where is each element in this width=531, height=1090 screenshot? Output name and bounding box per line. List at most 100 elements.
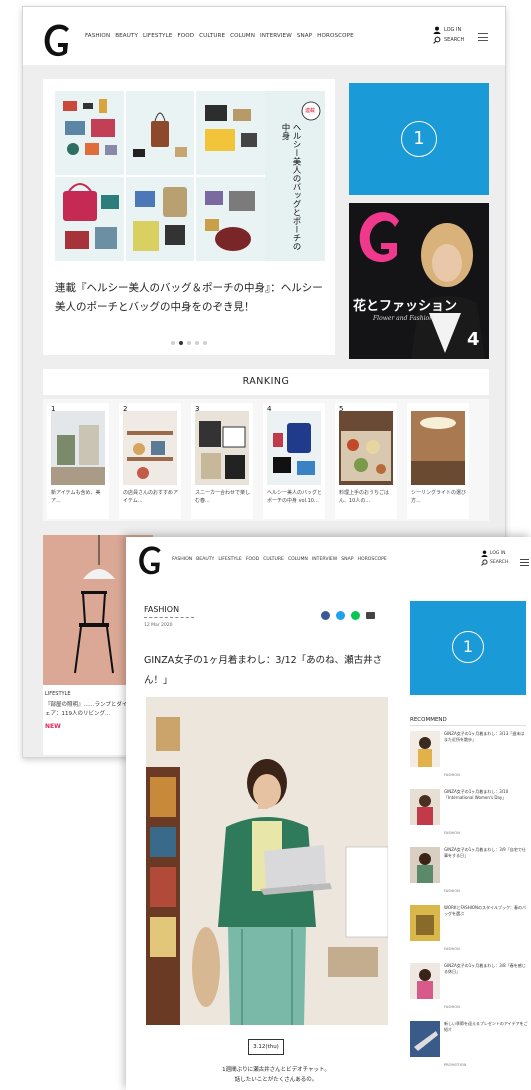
- recommend-item[interactable]: WORKとFASHIONのスタイルブック：春のバッグを選ぶ FASHION: [410, 905, 528, 961]
- nav-horoscope[interactable]: HOROSCOPE: [358, 557, 387, 562]
- article-page: FASHION BEAUTY LIFESTYLE FOOD CULTURE CO…: [126, 537, 531, 1090]
- recommend-divider: [410, 725, 526, 726]
- ranking-thumb: [51, 411, 105, 485]
- magazine-cover[interactable]: 花とファッション Flower and Fashion 4: [349, 203, 489, 359]
- nav-interview[interactable]: INTERVIEW: [312, 557, 337, 562]
- series-badge: 連載: [305, 108, 316, 114]
- recommend-text: WORKとFASHIONのスタイルブック：春のバッグを選ぶ: [444, 905, 527, 916]
- nav-culture[interactable]: CULTURE: [263, 557, 284, 562]
- login-link[interactable]: LOG IN: [481, 549, 517, 558]
- ad-banner[interactable]: 1: [349, 83, 489, 195]
- nav-lifestyle[interactable]: LIFESTYLE: [143, 33, 172, 39]
- carousel-dots[interactable]: [171, 341, 207, 345]
- nav-fashion[interactable]: FASHION: [172, 557, 192, 562]
- hero-carousel[interactable]: 連載 ヘルシー美人のバッグとポーチの中身 連載『ヘルシー美人のバッグ＆ポーチの中…: [43, 79, 335, 355]
- ranking-item[interactable]: 4 ヘルシー美人のバッグとポーチの中身 vol.10...: [263, 403, 325, 519]
- ranking-text: 新アイテムも含め、美ア...: [51, 490, 101, 504]
- category-tag[interactable]: LIFESTYLE: [45, 691, 71, 697]
- nav-food[interactable]: FOOD: [177, 33, 194, 39]
- search-label: SEARCH: [490, 560, 509, 565]
- ginza-logo[interactable]: [136, 543, 166, 577]
- carousel-dot[interactable]: [195, 341, 199, 345]
- ranking-number: 3: [195, 405, 200, 413]
- nav-lifestyle[interactable]: LIFESTYLE: [218, 557, 241, 562]
- hamburger-menu-icon[interactable]: [520, 559, 529, 566]
- ranking-number: 4: [267, 405, 272, 413]
- thumb-image: [410, 905, 440, 941]
- nav-column[interactable]: COLUMN: [230, 33, 255, 39]
- recommend-item[interactable]: GINZA女子の1ヶ月着まわし：3/9「自宅で仕事をする日」 FASHION: [410, 847, 528, 903]
- recommend-item[interactable]: 新しい季節を迎えるプレゼントのアイデアをご紹介 PROMOTION: [410, 1021, 528, 1077]
- recommend-tag: FASHION: [444, 947, 460, 951]
- search-link[interactable]: SEARCH: [433, 35, 473, 45]
- user-icon: [481, 550, 488, 557]
- nav-fashion[interactable]: FASHION: [85, 33, 110, 39]
- recommend-thumb: [410, 789, 440, 825]
- recommend-item[interactable]: GINZA女子の1ヶ月着まわし：3/10「International Women…: [410, 789, 528, 845]
- line-icon[interactable]: [351, 611, 360, 620]
- login-label: LOG IN: [444, 27, 462, 33]
- search-label: SEARCH: [444, 37, 465, 43]
- login-link[interactable]: LOG IN: [433, 25, 473, 35]
- body-line: 話したいことがたくさんあるの。: [234, 1077, 318, 1083]
- user-icon: [433, 26, 441, 34]
- ranking-item[interactable]: 2 の店員さんのおすすめアイテム...: [119, 403, 181, 519]
- carousel-dot[interactable]: [187, 341, 191, 345]
- ad-banner[interactable]: 1: [410, 601, 526, 695]
- twitter-icon[interactable]: [336, 611, 345, 620]
- carousel-dot[interactable]: [171, 341, 175, 345]
- thumb-image: [123, 411, 177, 485]
- recommend-text: GINZA女子の1ヶ月着まわし：3/9「自宅で仕事をする日」: [444, 847, 526, 858]
- thumb-image: [410, 789, 440, 825]
- ranking-number: 1: [51, 405, 56, 413]
- thumb-image: [410, 963, 440, 999]
- recommend-item[interactable]: GINZA女子の1ヶ月着まわし：3/8「春を感じる休日」 FASHION: [410, 963, 528, 1019]
- new-badge: NEW: [45, 723, 61, 730]
- article-body: 1週間ぶりに瀬古井さんとビデオチャット。 話したいことがたくさんあるの。: [206, 1065, 346, 1085]
- search-link[interactable]: SEARCH: [481, 558, 517, 567]
- facebook-icon[interactable]: [321, 611, 330, 620]
- recommend-title: RECOMMEND: [410, 717, 447, 723]
- ranking-item[interactable]: 5 料理上手のおうちごはん、10人の...: [335, 403, 397, 519]
- share-buttons: [321, 611, 375, 620]
- recommend-item[interactable]: GINZA女子の1ヶ月着まわし：3/13「週末はまた近所を散歩」 FASHION: [410, 731, 528, 787]
- hamburger-menu-icon[interactable]: [478, 33, 488, 41]
- ranking-thumb: [267, 411, 321, 485]
- mail-icon[interactable]: [366, 612, 375, 619]
- nav-beauty[interactable]: BEAUTY: [196, 557, 214, 562]
- ranking-thumb: [123, 411, 177, 485]
- nav-beauty[interactable]: BEAUTY: [115, 33, 138, 39]
- carousel-dot-active[interactable]: [179, 341, 183, 345]
- ranking-title: RANKING: [43, 369, 489, 395]
- ginza-logo[interactable]: [41, 21, 75, 59]
- article-title: GINZA女子の1ヶ月着まわし：3/12「あのね、瀬古井さん！」: [144, 655, 383, 686]
- ranking-item[interactable]: 3 スニーカー合わせで楽しむ春...: [191, 403, 253, 519]
- nav-snap[interactable]: SNAP: [341, 557, 353, 562]
- recommend-tag: PROMOTION: [444, 1063, 467, 1067]
- header-tools: LOG IN SEARCH: [481, 549, 517, 567]
- article-category[interactable]: FASHION: [144, 605, 179, 614]
- nav-culture[interactable]: CULTURE: [199, 33, 225, 39]
- ranking-item[interactable]: シーリングライトの選び方...: [407, 403, 469, 519]
- magazine-issue: 4: [467, 329, 480, 350]
- carousel-dot[interactable]: [203, 341, 207, 345]
- thumb-image: [195, 411, 249, 485]
- hero-caption[interactable]: 連載『ヘルシー美人のバッグ＆ポーチの中身』：ヘルシー美人のポーチとバッグの中身を…: [55, 279, 323, 317]
- woman-laptop-photo: [146, 697, 388, 1025]
- nav-column[interactable]: COLUMN: [288, 557, 308, 562]
- nav-interview[interactable]: INTERVIEW: [260, 33, 292, 39]
- nav-horoscope[interactable]: HOROSCOPE: [317, 33, 354, 39]
- ranking-text: 料理上手のおうちごはん、10人の...: [339, 490, 390, 504]
- thumb-image: [51, 411, 105, 485]
- hero-title-vertical: 連載 ヘルシー美人のバッグとポーチの中身: [273, 99, 321, 251]
- recommend-tag: FASHION: [444, 773, 460, 777]
- date-box: 3.12(thu): [248, 1039, 284, 1055]
- recommend-text: GINZA女子の1ヶ月着まわし：3/13「週末はまた近所を散歩」: [444, 731, 525, 742]
- ad-number: 1: [401, 121, 437, 157]
- ranking-text: シーリングライトの選び方...: [411, 490, 467, 504]
- ranking-item[interactable]: 1 新アイテムも含め、美ア...: [47, 403, 109, 519]
- nav-snap[interactable]: SNAP: [297, 33, 312, 39]
- recommend-thumb: [410, 1021, 440, 1057]
- nav-food[interactable]: FOOD: [246, 557, 259, 562]
- login-label: LOG IN: [490, 551, 506, 556]
